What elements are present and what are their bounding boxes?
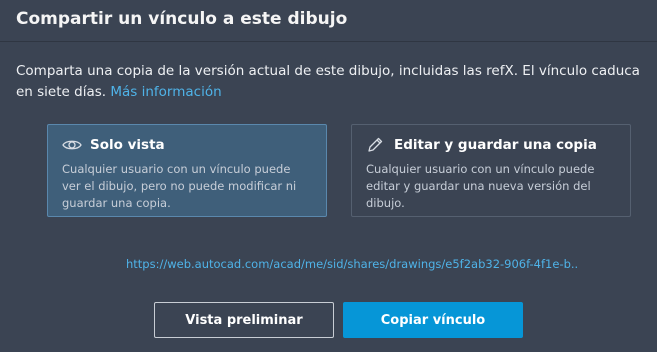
- option-edit-save-copy[interactable]: Editar y guardar una copia Cualquier usu…: [351, 124, 631, 217]
- preview-button[interactable]: Vista preliminar: [154, 302, 334, 338]
- option-edit-save-copy-header: Editar y guardar una copia: [366, 135, 616, 155]
- dialog-description: Comparta una copia de la versión actual …: [16, 61, 646, 103]
- pencil-icon: [366, 137, 386, 153]
- dialog-title: Compartir un vínculo a este dibujo: [16, 9, 348, 29]
- option-view-only[interactable]: Solo vista Cualquier usuario con un vínc…: [47, 124, 327, 217]
- share-link-dialog: Compartir un vínculo a este dibujo Compa…: [0, 0, 657, 352]
- option-edit-save-copy-text: Cualquier usuario con un vínculo puede e…: [366, 162, 595, 210]
- option-view-only-text: Cualquier usuario con un vínculo puede v…: [62, 162, 297, 210]
- option-view-only-header: Solo vista: [62, 135, 312, 155]
- share-url-link[interactable]: https://web.autocad.com/acad/me/sid/shar…: [126, 257, 578, 271]
- option-view-only-title: Solo vista: [90, 137, 165, 153]
- copy-link-button[interactable]: Copiar vínculo: [343, 302, 523, 338]
- option-edit-save-copy-title: Editar y guardar una copia: [394, 137, 597, 153]
- more-info-link[interactable]: Más información: [110, 84, 221, 100]
- dialog-header: Compartir un vínculo a este dibujo: [0, 0, 657, 42]
- eye-icon: [62, 137, 82, 153]
